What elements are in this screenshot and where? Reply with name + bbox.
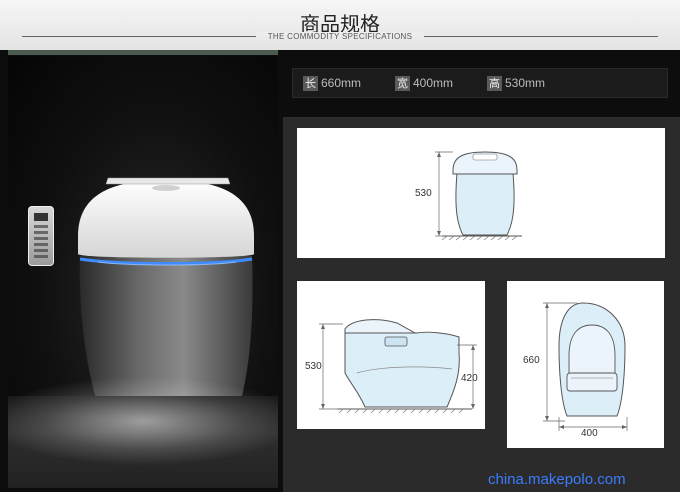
watermark-text: china.makepolo.com — [488, 471, 626, 488]
side-view-card: 530 420 — [297, 281, 485, 429]
top-width-label: 400 — [581, 428, 598, 439]
side-view-diagram — [319, 319, 477, 414]
side-height-label: 530 — [305, 361, 322, 372]
spec-length: 长 660mm — [303, 76, 361, 91]
spec-bar: 长 660mm 宽 400mm 高 530mm — [292, 68, 668, 98]
remote-control-icon — [28, 206, 54, 266]
spec-height-unit: mm — [525, 76, 546, 90]
front-view-diagram — [435, 151, 522, 241]
front-view-card: 530 — [297, 128, 665, 258]
accent-bar — [8, 50, 278, 55]
spec-length-value: 660 — [321, 76, 342, 90]
product-photo — [8, 56, 278, 488]
spec-height: 高 530mm — [487, 76, 545, 91]
spec-length-label: 长 — [303, 76, 318, 91]
top-length-label: 660 — [523, 355, 540, 366]
page-header: 商品规格 THE COMMODITY SPECIFICATIONS — [0, 0, 680, 50]
spec-width: 宽 400mm — [395, 76, 453, 91]
page-subtitle: THE COMMODITY SPECIFICATIONS — [267, 32, 413, 41]
spec-width-label: 宽 — [395, 76, 410, 91]
side-seat-height-label: 420 — [461, 373, 478, 384]
spec-length-unit: mm — [341, 76, 362, 90]
top-view-card: 660 400 — [507, 281, 664, 448]
spec-height-label: 高 — [487, 76, 502, 91]
spec-width-unit: mm — [433, 76, 454, 90]
spec-width-value: 400 — [413, 76, 434, 90]
spec-height-value: 530 — [505, 76, 526, 90]
front-height-label: 530 — [415, 188, 432, 199]
